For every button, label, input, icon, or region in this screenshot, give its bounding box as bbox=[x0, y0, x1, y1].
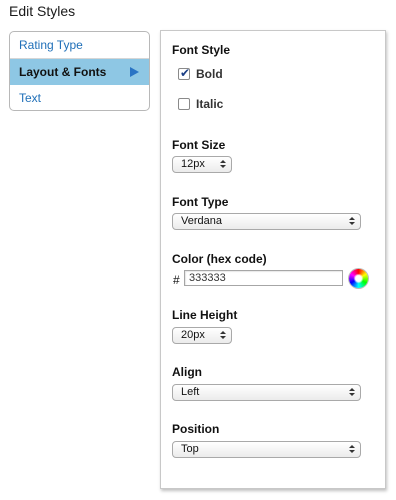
nav-item-text[interactable]: Text bbox=[10, 85, 149, 110]
align-select[interactable]: Left bbox=[172, 384, 361, 401]
nav-item-layout-fonts[interactable]: Layout & Fonts bbox=[10, 59, 149, 85]
page-title: Edit Styles bbox=[9, 3, 76, 19]
line-height-value: 20px bbox=[181, 329, 205, 341]
select-arrows-icon bbox=[220, 330, 226, 341]
font-size-label: Font Size bbox=[172, 138, 226, 152]
font-size-value: 12px bbox=[181, 158, 205, 170]
select-arrows-icon bbox=[220, 159, 226, 170]
font-type-label: Font Type bbox=[172, 195, 229, 209]
position-value: Top bbox=[181, 443, 199, 455]
nav-item-rating-type[interactable]: Rating Type bbox=[10, 32, 149, 58]
position-label: Position bbox=[172, 422, 220, 436]
font-size-select[interactable]: 12px bbox=[172, 156, 232, 173]
line-height-label: Line Height bbox=[172, 308, 238, 322]
font-style-label: Font Style bbox=[172, 43, 231, 57]
font-type-select[interactable]: Verdana bbox=[172, 213, 361, 230]
select-arrows-icon bbox=[349, 387, 355, 398]
select-arrows-icon bbox=[349, 216, 355, 227]
hex-color-input[interactable] bbox=[184, 270, 343, 286]
align-value: Left bbox=[181, 386, 200, 398]
arrow-right-icon bbox=[130, 67, 139, 77]
position-select[interactable]: Top bbox=[172, 441, 361, 458]
bold-label: Bold bbox=[196, 67, 223, 81]
italic-label: Italic bbox=[196, 97, 224, 111]
hex-prefix: # bbox=[173, 273, 180, 287]
font-type-value: Verdana bbox=[181, 215, 222, 227]
align-label: Align bbox=[172, 365, 202, 379]
line-height-select[interactable]: 20px bbox=[172, 327, 232, 344]
italic-checkbox[interactable] bbox=[178, 98, 190, 110]
style-nav: Rating Type Layout & Fonts Text bbox=[9, 31, 150, 111]
bold-checkbox[interactable]: ✔ bbox=[178, 66, 191, 80]
color-label: Color (hex code) bbox=[172, 252, 267, 266]
layout-fonts-panel: Font Style ✔ Bold Italic Font Size 12px … bbox=[160, 30, 386, 489]
nav-item-label: Layout & Fonts bbox=[19, 65, 107, 79]
color-wheel-icon[interactable] bbox=[349, 269, 368, 288]
select-arrows-icon bbox=[349, 444, 355, 455]
checkmark-icon: ✔ bbox=[180, 66, 191, 80]
